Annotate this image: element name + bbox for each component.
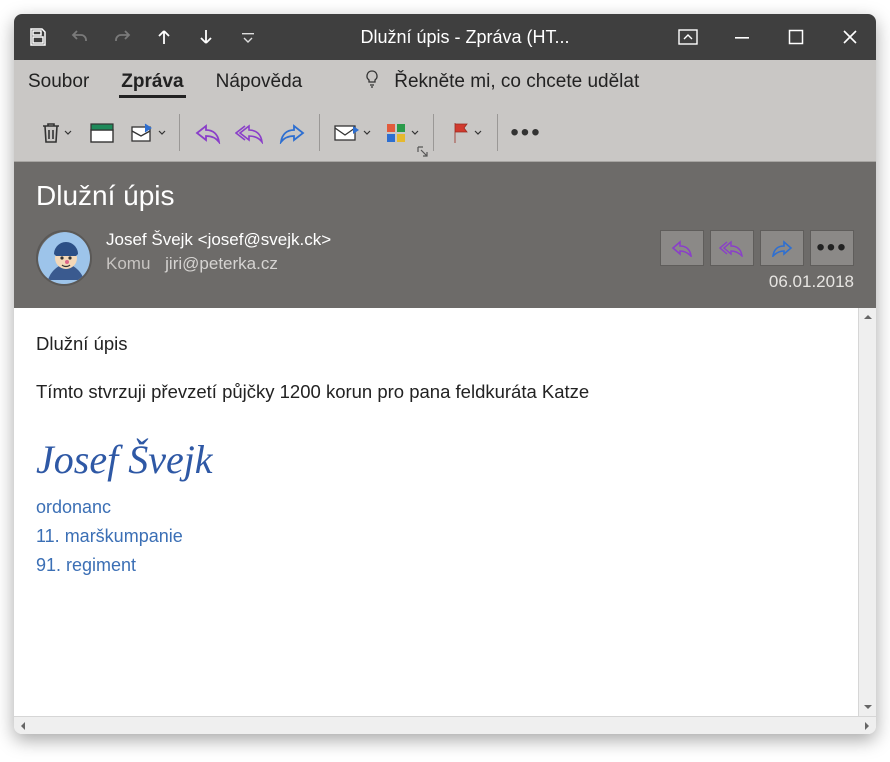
window-title: Dlužní úpis - Zpráva (HT... <box>262 27 668 48</box>
scroll-down-icon[interactable] <box>861 700 875 714</box>
horizontal-scrollbar[interactable] <box>14 716 876 734</box>
ribbon-group-more: ••• <box>498 104 554 161</box>
ribbon-group-delete <box>24 104 180 161</box>
qat-customize-icon[interactable] <box>234 23 262 51</box>
sender-avatar[interactable] <box>36 230 92 286</box>
tab-file[interactable]: Soubor <box>26 67 91 97</box>
chevron-down-icon <box>410 129 420 137</box>
sender-name: Josef Švejk <josef@svejk.ck> <box>106 230 646 250</box>
body-text: Tímto stvrzuji převzetí půjčky 1200 koru… <box>36 378 836 406</box>
scroll-right-icon[interactable] <box>860 719 874 733</box>
header-reply-button[interactable] <box>660 230 704 266</box>
minimize-button[interactable] <box>726 21 758 53</box>
to-line: Komu jiri@peterka.cz <box>106 254 646 274</box>
email-window: Dlužní úpis - Zpráva (HT... Soubor Zpráv… <box>14 14 876 734</box>
lightbulb-icon <box>362 69 382 95</box>
signature-name: Josef Švejk <box>36 430 836 490</box>
signature-line-1: ordonanc <box>36 494 836 521</box>
move-button[interactable] <box>126 115 170 151</box>
body-subject-line: Dlužní úpis <box>36 330 836 358</box>
save-icon[interactable] <box>24 23 52 51</box>
signature-line-2: 11. marškumpanie <box>36 523 836 550</box>
mark-unread-button[interactable] <box>330 115 374 151</box>
message-body-wrap: Dlužní úpis Tímto stvrzuji převzetí půjč… <box>14 308 876 716</box>
previous-item-icon[interactable] <box>150 23 178 51</box>
scroll-left-icon[interactable] <box>16 719 30 733</box>
tell-me-search[interactable]: Řekněte mi, co chcete udělat <box>362 69 639 95</box>
message-body: Dlužní úpis Tímto stvrzuji převzetí půjč… <box>14 308 858 716</box>
tell-me-label: Řekněte mi, co chcete udělat <box>394 71 639 93</box>
tab-message[interactable]: Zpráva <box>119 67 185 98</box>
ribbon-group-quicksteps <box>320 104 434 161</box>
archive-button[interactable] <box>84 115 120 151</box>
message-date: 06.01.2018 <box>769 272 854 292</box>
to-value: jiri@peterka.cz <box>165 254 278 273</box>
ribbon-group-respond <box>180 104 320 161</box>
next-item-icon[interactable] <box>192 23 220 51</box>
ribbon-group-tags <box>434 104 498 161</box>
chevron-down-icon <box>473 129 483 137</box>
dialog-launcher-icon[interactable] <box>416 145 430 159</box>
header-reply-all-button[interactable] <box>710 230 754 266</box>
message-header: Dlužní úpis Josef Švejk <josef@svejk.ck> <box>14 162 876 308</box>
delete-button[interactable] <box>34 115 78 151</box>
header-more-button[interactable]: ••• <box>810 230 854 266</box>
reply-all-button[interactable] <box>232 115 268 151</box>
undo-icon[interactable] <box>66 23 94 51</box>
close-button[interactable] <box>834 21 866 53</box>
more-commands-button[interactable]: ••• <box>508 115 544 151</box>
forward-button[interactable] <box>274 115 310 151</box>
redo-icon[interactable] <box>108 23 136 51</box>
titlebar: Dlužní úpis - Zpráva (HT... <box>14 14 876 60</box>
ribbon-toggle-icon[interactable] <box>672 21 704 53</box>
flag-button[interactable] <box>444 115 488 151</box>
chevron-down-icon <box>362 129 372 137</box>
signature-line-3: 91. regiment <box>36 552 836 579</box>
to-label: Komu <box>106 254 150 273</box>
maximize-button[interactable] <box>780 21 812 53</box>
reply-button[interactable] <box>190 115 226 151</box>
message-subject: Dlužní úpis <box>36 180 854 212</box>
tab-help[interactable]: Nápověda <box>214 67 305 97</box>
chevron-down-icon <box>157 129 167 137</box>
chevron-down-icon <box>63 129 73 137</box>
scroll-up-icon[interactable] <box>861 310 875 324</box>
header-forward-button[interactable] <box>760 230 804 266</box>
menubar: Soubor Zpráva Nápověda Řekněte mi, co ch… <box>14 60 876 104</box>
ribbon-toolbar: ••• <box>14 104 876 162</box>
vertical-scrollbar[interactable] <box>858 308 876 716</box>
